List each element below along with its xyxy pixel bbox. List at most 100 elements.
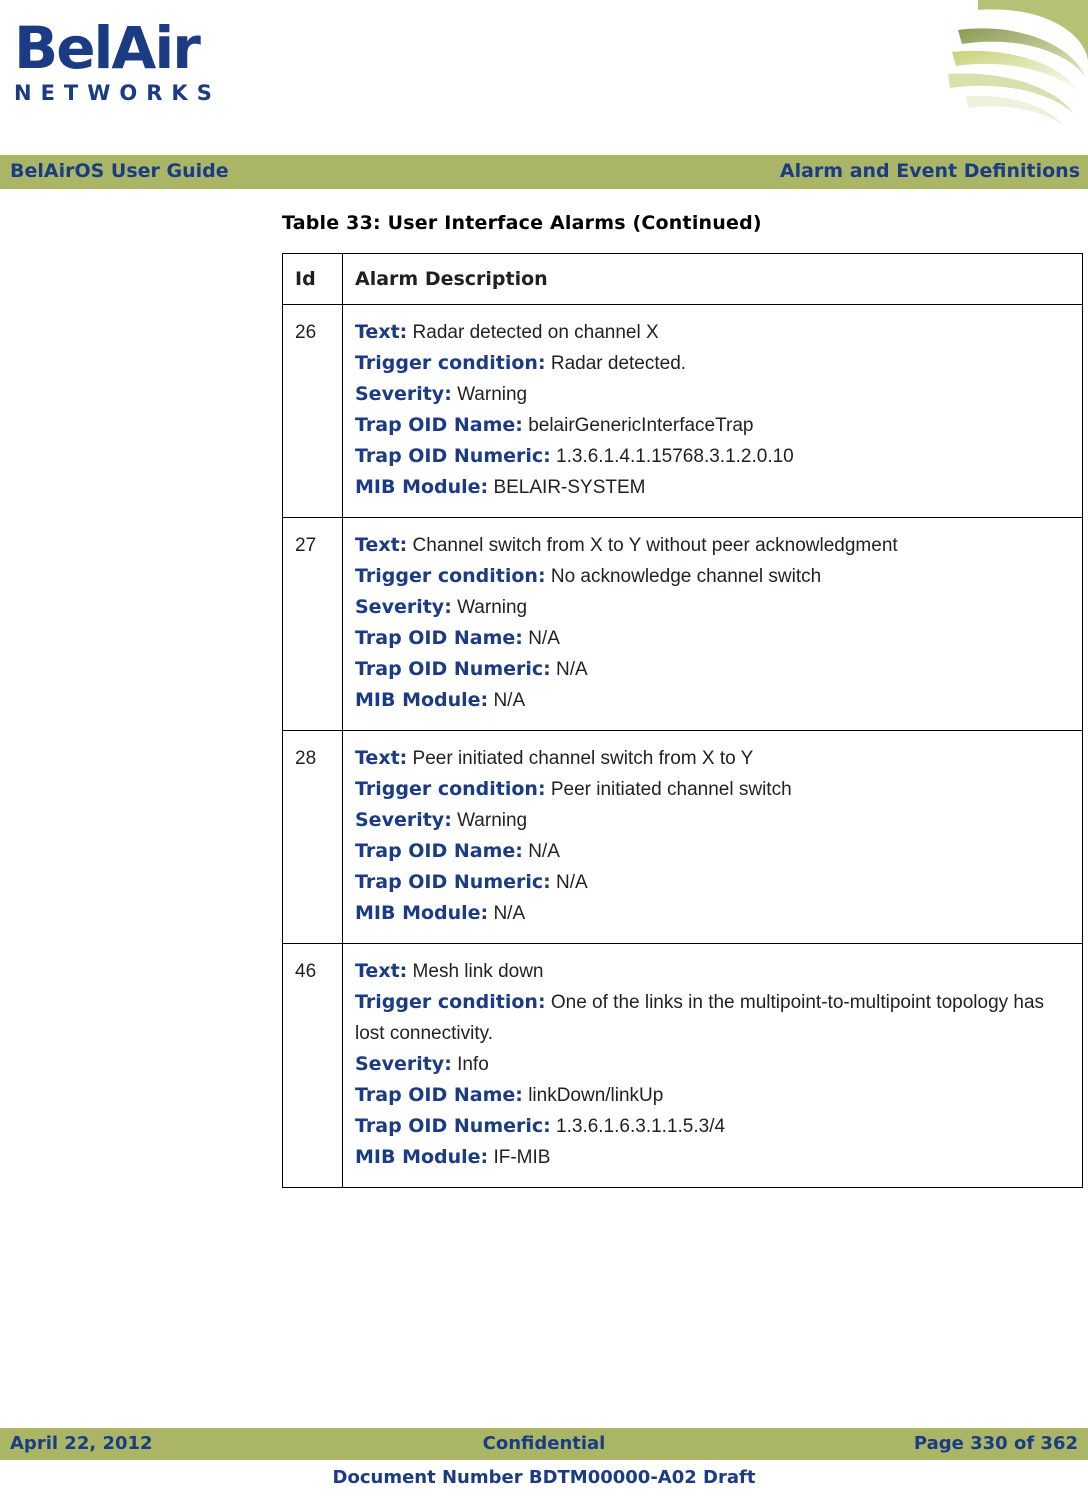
alarm-field: Trap OID Numeric: N/A: [355, 654, 1072, 685]
table-row: 26 Text: Radar detected on channel X Trigg…: [282, 304, 1083, 518]
alarm-field-value: Peer initiated channel switch: [550, 779, 792, 800]
alarm-field-label: Text:: [355, 534, 408, 556]
alarm-field-value: linkDown/linkUp: [528, 1085, 664, 1106]
alarm-field-label: Text:: [355, 321, 408, 343]
alarm-field-label: Trap OID Name:: [355, 414, 523, 436]
alarm-field-label: Severity:: [355, 809, 452, 831]
alarm-field-label: Trap OID Name:: [355, 627, 523, 649]
logo-subtitle: NETWORKS: [14, 81, 221, 105]
header-title-right: Alarm and Event Definitions: [779, 160, 1080, 182]
alarm-description-cell: Text: Mesh link down Trigger condition: O…: [342, 943, 1083, 1188]
alarm-field: Trap OID Numeric: 1.3.6.1.6.3.1.1.5.3/4: [355, 1111, 1072, 1142]
alarm-field-label: MIB Module:: [355, 902, 489, 924]
alarm-field: Severity: Info: [355, 1049, 1072, 1080]
table-body: 26 Text: Radar detected on channel X Trigg…: [282, 304, 1083, 1188]
alarm-field-value: 1.3.6.1.4.1.15768.3.1.2.0.10: [556, 446, 794, 467]
alarm-field-value: N/A: [556, 872, 588, 893]
alarm-field-label: Severity:: [355, 383, 452, 405]
alarm-field-value: N/A: [493, 690, 526, 711]
alarm-field-label: Trap OID Numeric:: [355, 445, 551, 467]
alarm-field-value: IF-MIB: [493, 1147, 551, 1168]
alarm-field: Trap OID Numeric: 1.3.6.1.4.1.15768.3.1.…: [355, 441, 1072, 472]
alarm-field: Trigger condition: Radar detected.: [355, 348, 1072, 379]
alarm-field: Severity: Warning: [355, 379, 1072, 410]
alarm-field: Trap OID Name: N/A: [355, 623, 1072, 654]
alarm-description-cell: Text: Peer initiated channel switch from…: [342, 730, 1083, 944]
alarm-field-label: Trigger condition:: [355, 352, 546, 374]
page-header-band: BelAirOS User Guide Alarm and Event Defi…: [0, 155, 1088, 189]
alarm-field-label: Trigger condition:: [355, 778, 546, 800]
page-footer-band: April 22, 2012 Confidential Page 330 of …: [0, 1428, 1088, 1460]
alarm-id-cell: 46: [282, 943, 343, 1188]
alarm-field-value: Mesh link down: [412, 961, 544, 982]
alarm-field: Text: Peer initiated channel switch from…: [355, 743, 1072, 774]
alarm-field: Text: Radar detected on channel X: [355, 317, 1072, 348]
alarm-field-label: Trap OID Name:: [355, 840, 523, 862]
table-row: 46 Text: Mesh link down Trigger condition:…: [282, 943, 1083, 1188]
alarm-field-value: N/A: [493, 903, 526, 924]
table-row: 27 Text: Channel switch from X to Y witho…: [282, 517, 1083, 731]
alarm-field: MIB Module: N/A: [355, 685, 1072, 716]
alarm-field-value: N/A: [556, 659, 588, 680]
alarm-description-cell: Text: Radar detected on channel X Trigger…: [342, 304, 1083, 518]
alarm-field-value: BELAIR-SYSTEM: [493, 477, 646, 498]
column-header-description: Alarm Description: [342, 253, 1083, 305]
logo-wordmark: BelAir: [14, 14, 201, 82]
table-caption: Table 33: User Interface Alarms (Continu…: [282, 212, 762, 234]
alarm-field-value: No acknowledge channel switch: [550, 566, 822, 587]
alarm-field-label: MIB Module:: [355, 689, 489, 711]
alarm-field-value: Warning: [457, 810, 528, 831]
column-header-id: Id: [282, 253, 343, 305]
alarm-id-cell: 28: [282, 730, 343, 944]
user-interface-alarms-table: Id Alarm Description 26 Text: Radar detec…: [282, 253, 1083, 1188]
alarm-field-label: Trap OID Numeric:: [355, 1115, 551, 1137]
alarm-id-cell: 27: [282, 517, 343, 731]
alarm-id-cell: 26: [282, 304, 343, 518]
footer-document-number: Document Number BDTM00000-A02 Draft: [332, 1467, 756, 1488]
document-page: BelAir NETWORKS BelAirOS User Guide Alar…: [0, 0, 1088, 1511]
alarm-field: Trigger condition: Peer initiated channe…: [355, 774, 1072, 805]
belair-logo: BelAir NETWORKS: [14, 18, 334, 106]
alarm-field: Trigger condition: One of the links in t…: [355, 987, 1072, 1049]
alarm-field-value: Radar detected on channel X: [412, 322, 659, 343]
alarm-field-label: MIB Module:: [355, 476, 489, 498]
alarm-field-label: Trap OID Numeric:: [355, 871, 551, 893]
alarm-field-value: Warning: [457, 597, 528, 618]
alarm-field: MIB Module: N/A: [355, 898, 1072, 929]
alarm-field-value: Peer initiated channel switch from X to …: [412, 748, 754, 769]
alarm-description-cell: Text: Channel switch from X to Y without…: [342, 517, 1083, 731]
alarm-field-label: Severity:: [355, 1053, 452, 1075]
alarm-field-label: Trigger condition:: [355, 565, 546, 587]
alarm-field: Trap OID Name: linkDown/linkUp: [355, 1080, 1072, 1111]
alarm-field: MIB Module: IF-MIB: [355, 1142, 1072, 1173]
alarm-field: Text: Mesh link down: [355, 956, 1072, 987]
alarm-field-value: Channel switch from X to Y without peer …: [412, 535, 898, 556]
header-title-left: BelAirOS User Guide: [10, 160, 229, 182]
footer-page-number: Page 330 of 362: [913, 1433, 1078, 1454]
alarm-field: Severity: Warning: [355, 805, 1072, 836]
alarm-field-label: Trap OID Name:: [355, 1084, 523, 1106]
alarm-field: Trap OID Numeric: N/A: [355, 867, 1072, 898]
alarm-field-value: Radar detected.: [550, 353, 687, 374]
table-row: 28 Text: Peer initiated channel switch fr…: [282, 730, 1083, 944]
alarm-field: MIB Module: BELAIR-SYSTEM: [355, 472, 1072, 503]
alarm-field: Trigger condition: No acknowledge channe…: [355, 561, 1072, 592]
table-header-row: Id Alarm Description: [282, 253, 1083, 305]
alarm-field-value: N/A: [528, 628, 560, 649]
alarm-field: Severity: Warning: [355, 592, 1072, 623]
alarm-field-label: Text:: [355, 960, 408, 982]
alarm-field-label: Text:: [355, 747, 408, 769]
alarm-field-value: Warning: [457, 384, 528, 405]
alarm-field-value: Info: [457, 1054, 489, 1075]
alarm-field-label: Severity:: [355, 596, 452, 618]
alarm-field: Text: Channel switch from X to Y without…: [355, 530, 1072, 561]
alarm-field-label: Trap OID Numeric:: [355, 658, 551, 680]
alarm-field-value: 1.3.6.1.6.3.1.1.5.3/4: [556, 1116, 726, 1137]
alarm-field-label: Trigger condition:: [355, 991, 546, 1013]
alarm-field-label: MIB Module:: [355, 1146, 489, 1168]
swoosh-graphic: [948, 0, 1088, 126]
alarm-field: Trap OID Name: belairGenericInterfaceTra…: [355, 410, 1072, 441]
alarm-field-value: belairGenericInterfaceTrap: [528, 415, 754, 436]
alarm-field-value: N/A: [528, 841, 560, 862]
alarm-field: Trap OID Name: N/A: [355, 836, 1072, 867]
